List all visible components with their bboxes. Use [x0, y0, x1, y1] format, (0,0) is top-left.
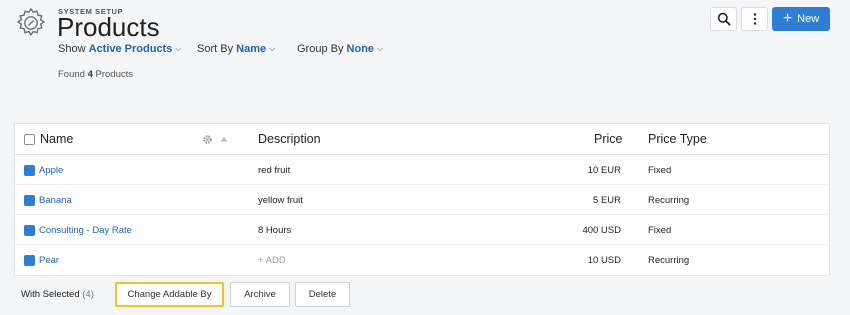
- chevron-down-icon: ⌵: [377, 44, 384, 53]
- product-description[interactable]: yellow fruit: [258, 195, 303, 206]
- more-vertical-icon: [753, 13, 756, 25]
- results-count: Found 4 Products: [58, 69, 133, 80]
- search-button[interactable]: [710, 7, 737, 31]
- row-checkbox[interactable]: [24, 255, 35, 266]
- product-price: 10 EUR: [587, 165, 621, 176]
- new-button-label: New: [797, 13, 820, 25]
- product-description[interactable]: 8 Hours: [258, 225, 291, 236]
- product-price-type: Recurring: [648, 255, 690, 266]
- with-selected-label: With Selected (4): [21, 289, 94, 300]
- row-checkbox[interactable]: [24, 165, 35, 176]
- product-name-link[interactable]: Banana: [39, 195, 72, 206]
- product-price-type: Fixed: [648, 165, 672, 176]
- page-header: SYSTEM SETUP Products Show Active Produc…: [0, 0, 850, 120]
- with-selected-text: With Selected: [21, 289, 80, 300]
- show-filter-dropdown[interactable]: Show Active Products ⌵: [58, 43, 181, 55]
- column-header-price[interactable]: Price: [594, 132, 622, 146]
- select-all-checkbox[interactable]: [24, 134, 35, 145]
- show-filter-value: Active Products: [88, 43, 173, 55]
- column-header-name[interactable]: Name: [40, 132, 73, 146]
- product-price: 5 EUR: [593, 195, 621, 206]
- row-checkbox[interactable]: [24, 225, 35, 236]
- product-price-type: Fixed: [648, 225, 672, 236]
- product-price: 400 USD: [582, 225, 621, 236]
- table-header: Name Description Price Price Type: [15, 124, 829, 155]
- chevron-down-icon: ⌵: [175, 44, 182, 53]
- selected-count: (4): [82, 289, 94, 300]
- group-by-value: None: [346, 43, 375, 55]
- product-name-link[interactable]: Apple: [39, 165, 63, 176]
- change-addable-by-button[interactable]: Change Addable By: [115, 282, 224, 307]
- gear-logo-icon: [16, 7, 46, 37]
- delete-button[interactable]: Delete: [295, 282, 350, 307]
- show-filter-label: Show: [58, 43, 86, 55]
- column-settings-gear-icon[interactable]: [202, 134, 213, 145]
- table-row: Pear + ADD 10 USD Recurring: [15, 245, 829, 275]
- more-options-button[interactable]: [741, 7, 768, 31]
- plus-icon: +: [782, 10, 793, 27]
- sort-by-label: Sort By: [197, 43, 234, 55]
- table-row: Apple red fruit 10 EUR Fixed: [15, 155, 829, 185]
- product-name-link[interactable]: Consulting - Day Rate: [39, 225, 132, 236]
- column-header-description[interactable]: Description: [258, 132, 321, 146]
- product-name-link[interactable]: Pear: [39, 255, 59, 266]
- found-prefix: Found: [58, 69, 85, 80]
- bulk-actions-bar: With Selected (4) Change Addable By Arch…: [0, 280, 850, 310]
- found-count: 4: [87, 69, 93, 80]
- column-header-price-type[interactable]: Price Type: [648, 132, 707, 146]
- group-by-label: Group By: [297, 43, 344, 55]
- products-table: Name Description Price Price Type Apple …: [14, 123, 830, 276]
- archive-button[interactable]: Archive: [230, 282, 290, 307]
- sort-by-value: Name: [236, 43, 267, 55]
- sort-by-dropdown[interactable]: Sort By Name ⌵: [197, 43, 275, 55]
- product-description[interactable]: red fruit: [258, 165, 290, 176]
- chevron-down-icon: ⌵: [269, 44, 276, 53]
- row-checkbox[interactable]: [24, 195, 35, 206]
- sort-ascending-icon[interactable]: [220, 136, 228, 142]
- table-row: Consulting - Day Rate 8 Hours 400 USD Fi…: [15, 215, 829, 245]
- new-product-button[interactable]: + New: [772, 7, 830, 31]
- table-row: Banana yellow fruit 5 EUR Recurring: [15, 185, 829, 215]
- product-price-type: Recurring: [648, 195, 690, 206]
- add-description-button[interactable]: + ADD: [258, 255, 286, 266]
- found-suffix: Products: [95, 69, 134, 80]
- product-price: 10 USD: [587, 255, 621, 266]
- group-by-dropdown[interactable]: Group By None ⌵: [297, 43, 383, 55]
- page-title: Products: [57, 12, 160, 42]
- search-icon: [717, 12, 731, 26]
